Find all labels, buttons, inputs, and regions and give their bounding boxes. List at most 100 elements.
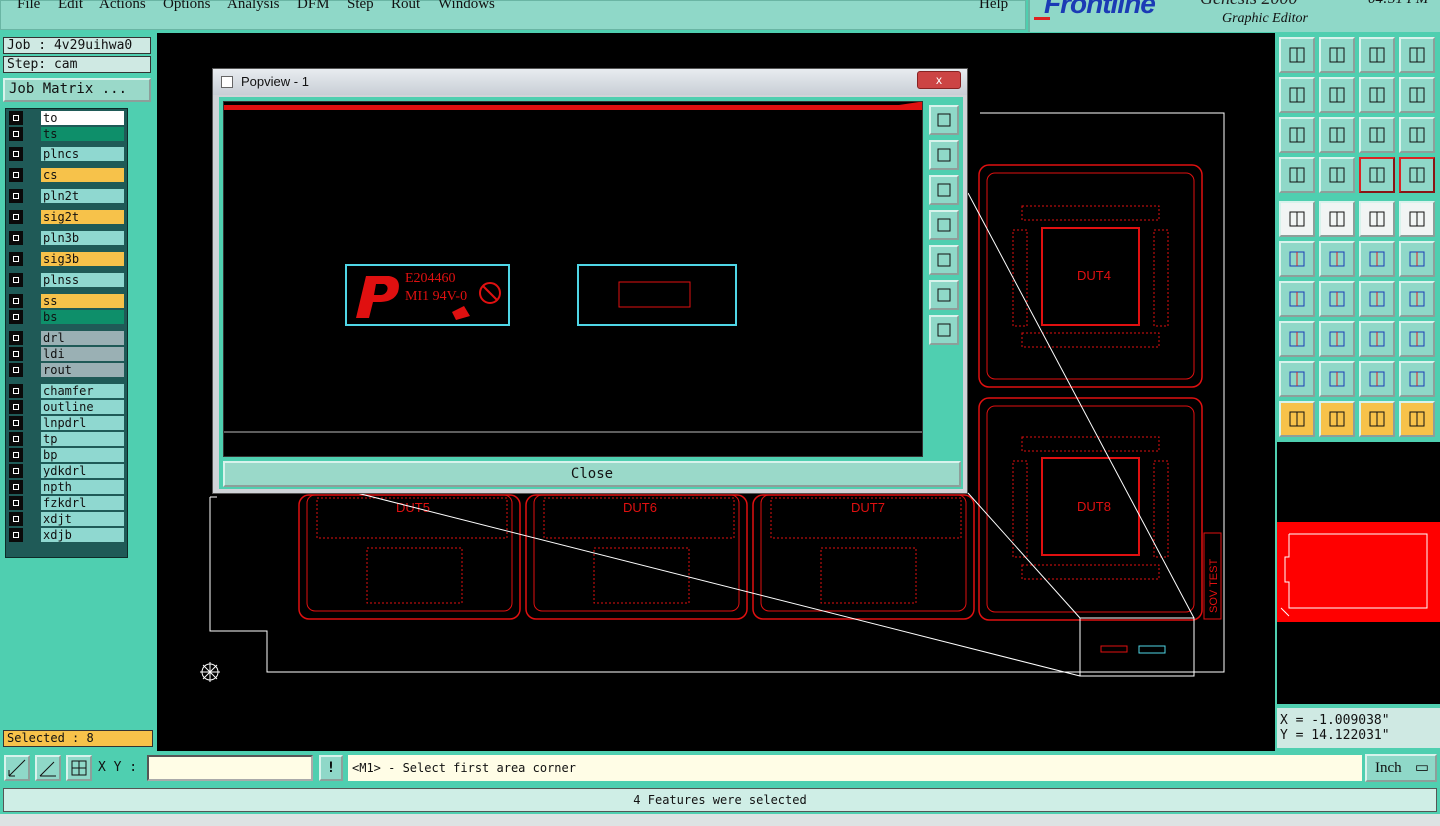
layer-row[interactable]: to	[7, 111, 127, 125]
layer-checkbox[interactable]	[9, 252, 23, 266]
layer-row[interactable]: lnpdrl	[7, 416, 127, 430]
menu-windows[interactable]: Windows	[438, 0, 495, 13]
info-icon[interactable]: !	[319, 755, 343, 781]
layer-row[interactable]: npth	[7, 480, 127, 494]
layer-name[interactable]: to	[41, 111, 124, 125]
layer-row[interactable]: xdjt	[7, 512, 127, 526]
menu-dfm[interactable]: DFM	[297, 0, 330, 13]
query-button[interactable]	[1399, 117, 1435, 153]
layer-checkbox[interactable]	[9, 512, 23, 526]
layer-name[interactable]: cs	[41, 168, 124, 182]
popview-canvas[interactable]: E204460 MI1 94V-0	[223, 101, 923, 457]
popview-close-button[interactable]: Close	[223, 461, 961, 487]
layer-name[interactable]: plncs	[41, 147, 124, 161]
pointer-circle-button[interactable]	[1359, 401, 1395, 437]
text-a1-button[interactable]	[1279, 361, 1315, 397]
pad-add-button[interactable]	[1399, 201, 1435, 237]
layer-row[interactable]: outline	[7, 400, 127, 414]
layer-row[interactable]: xdjb	[7, 528, 127, 542]
layer-checkbox[interactable]	[9, 496, 23, 510]
layer-checkbox[interactable]	[9, 416, 23, 430]
layer-checkbox[interactable]	[9, 273, 23, 287]
pointer-box-button[interactable]	[1319, 401, 1355, 437]
mirror-button[interactable]	[1399, 77, 1435, 113]
layer-row[interactable]: bs	[7, 310, 127, 324]
line-slope-button[interactable]	[1319, 281, 1355, 317]
layer-name[interactable]: bp	[41, 448, 124, 462]
layer-name[interactable]: ldi	[41, 347, 124, 361]
menu-help[interactable]: Help	[979, 0, 1008, 13]
layer-checkbox[interactable]	[9, 480, 23, 494]
layer-name[interactable]: xdjt	[41, 512, 124, 526]
ruler-button[interactable]	[1359, 201, 1395, 237]
pan-up-button[interactable]	[1279, 37, 1315, 73]
pan-right-button[interactable]	[1319, 77, 1355, 113]
layer-row[interactable]: rout	[7, 363, 127, 377]
menu-rout[interactable]: Rout	[391, 0, 420, 13]
layer-checkbox[interactable]	[9, 347, 23, 361]
cross-button[interactable]	[1359, 241, 1395, 277]
grid-button[interactable]	[66, 755, 92, 781]
dialog-titlebar[interactable]: Popview - 1 x	[213, 69, 967, 95]
popup-pan-left-button[interactable]	[929, 210, 959, 240]
layer-name[interactable]: rout	[41, 363, 124, 377]
layer-row[interactable]: sig2t	[7, 210, 127, 224]
layer-name[interactable]: xdjb	[41, 528, 124, 542]
angle-line-button[interactable]	[1279, 281, 1315, 317]
popup-zoom-fit-button[interactable]	[929, 105, 959, 135]
popup-pan-up-button[interactable]	[929, 140, 959, 170]
job-matrix-button[interactable]: Job Matrix ...	[3, 78, 151, 102]
layer-name[interactable]: sig2t	[41, 210, 124, 224]
dimension-button[interactable]	[1359, 321, 1395, 357]
text-a4-button[interactable]	[1399, 361, 1435, 397]
layer-name[interactable]: plnss	[41, 273, 124, 287]
layer-checkbox[interactable]	[9, 294, 23, 308]
zoom-in-button[interactable]	[1319, 117, 1355, 153]
zoom-fit-button[interactable]	[4, 755, 30, 781]
layer-checkbox[interactable]	[9, 168, 23, 182]
layer-row[interactable]: pln3b	[7, 231, 127, 245]
menu-edit[interactable]: Edit	[58, 0, 83, 13]
scale-1-2-button[interactable]	[1359, 117, 1395, 153]
layer-row[interactable]: sig3b	[7, 252, 127, 266]
layer-checkbox[interactable]	[9, 464, 23, 478]
zoom-all-button[interactable]	[1279, 117, 1315, 153]
menu-actions[interactable]: Actions	[99, 0, 146, 13]
grid-view-button[interactable]	[1319, 157, 1355, 193]
dialog-close-icon[interactable]: x	[917, 71, 961, 89]
layer-name[interactable]: pln3b	[41, 231, 124, 245]
split-view-button[interactable]	[1399, 37, 1435, 73]
layer-row[interactable]: ss	[7, 294, 127, 308]
layer-checkbox[interactable]	[9, 310, 23, 324]
pad-move-button[interactable]	[1279, 321, 1315, 357]
layer-name[interactable]: ss	[41, 294, 124, 308]
rotate-button[interactable]	[1359, 77, 1395, 113]
layer-row[interactable]: ts	[7, 127, 127, 141]
unit-select[interactable]: Inch ▭	[1365, 754, 1437, 782]
round-pad-button[interactable]	[1399, 321, 1435, 357]
snap-node-button[interactable]	[1279, 241, 1315, 277]
layer-row[interactable]: fzkdrl	[7, 496, 127, 510]
layer-row[interactable]: chamfer	[7, 384, 127, 398]
menu-file[interactable]: File	[17, 0, 40, 13]
layer-name[interactable]: pln2t	[41, 189, 124, 203]
text-a2-button[interactable]	[1319, 361, 1355, 397]
layer-row[interactable]: tp	[7, 432, 127, 446]
overview-preview[interactable]	[1277, 442, 1440, 704]
line-add-button[interactable]	[1319, 201, 1355, 237]
layer-name[interactable]: bs	[41, 310, 124, 324]
popup-pan-down-button[interactable]	[929, 175, 959, 205]
pointer-step-button[interactable]	[1399, 401, 1435, 437]
layer-row[interactable]: pln2t	[7, 189, 127, 203]
layer-checkbox[interactable]	[9, 528, 23, 542]
layer-checkbox[interactable]	[9, 384, 23, 398]
layer-name[interactable]: tp	[41, 432, 124, 446]
layer-checkbox[interactable]	[9, 448, 23, 462]
polarity-button[interactable]	[1399, 281, 1435, 317]
layer-name[interactable]: ts	[41, 127, 124, 141]
layer-row[interactable]: bp	[7, 448, 127, 462]
layer-checkbox[interactable]	[9, 331, 23, 345]
layer-checkbox[interactable]	[9, 210, 23, 224]
measure-tools-button[interactable]	[1279, 157, 1315, 193]
layer-name[interactable]: sig3b	[41, 252, 124, 266]
